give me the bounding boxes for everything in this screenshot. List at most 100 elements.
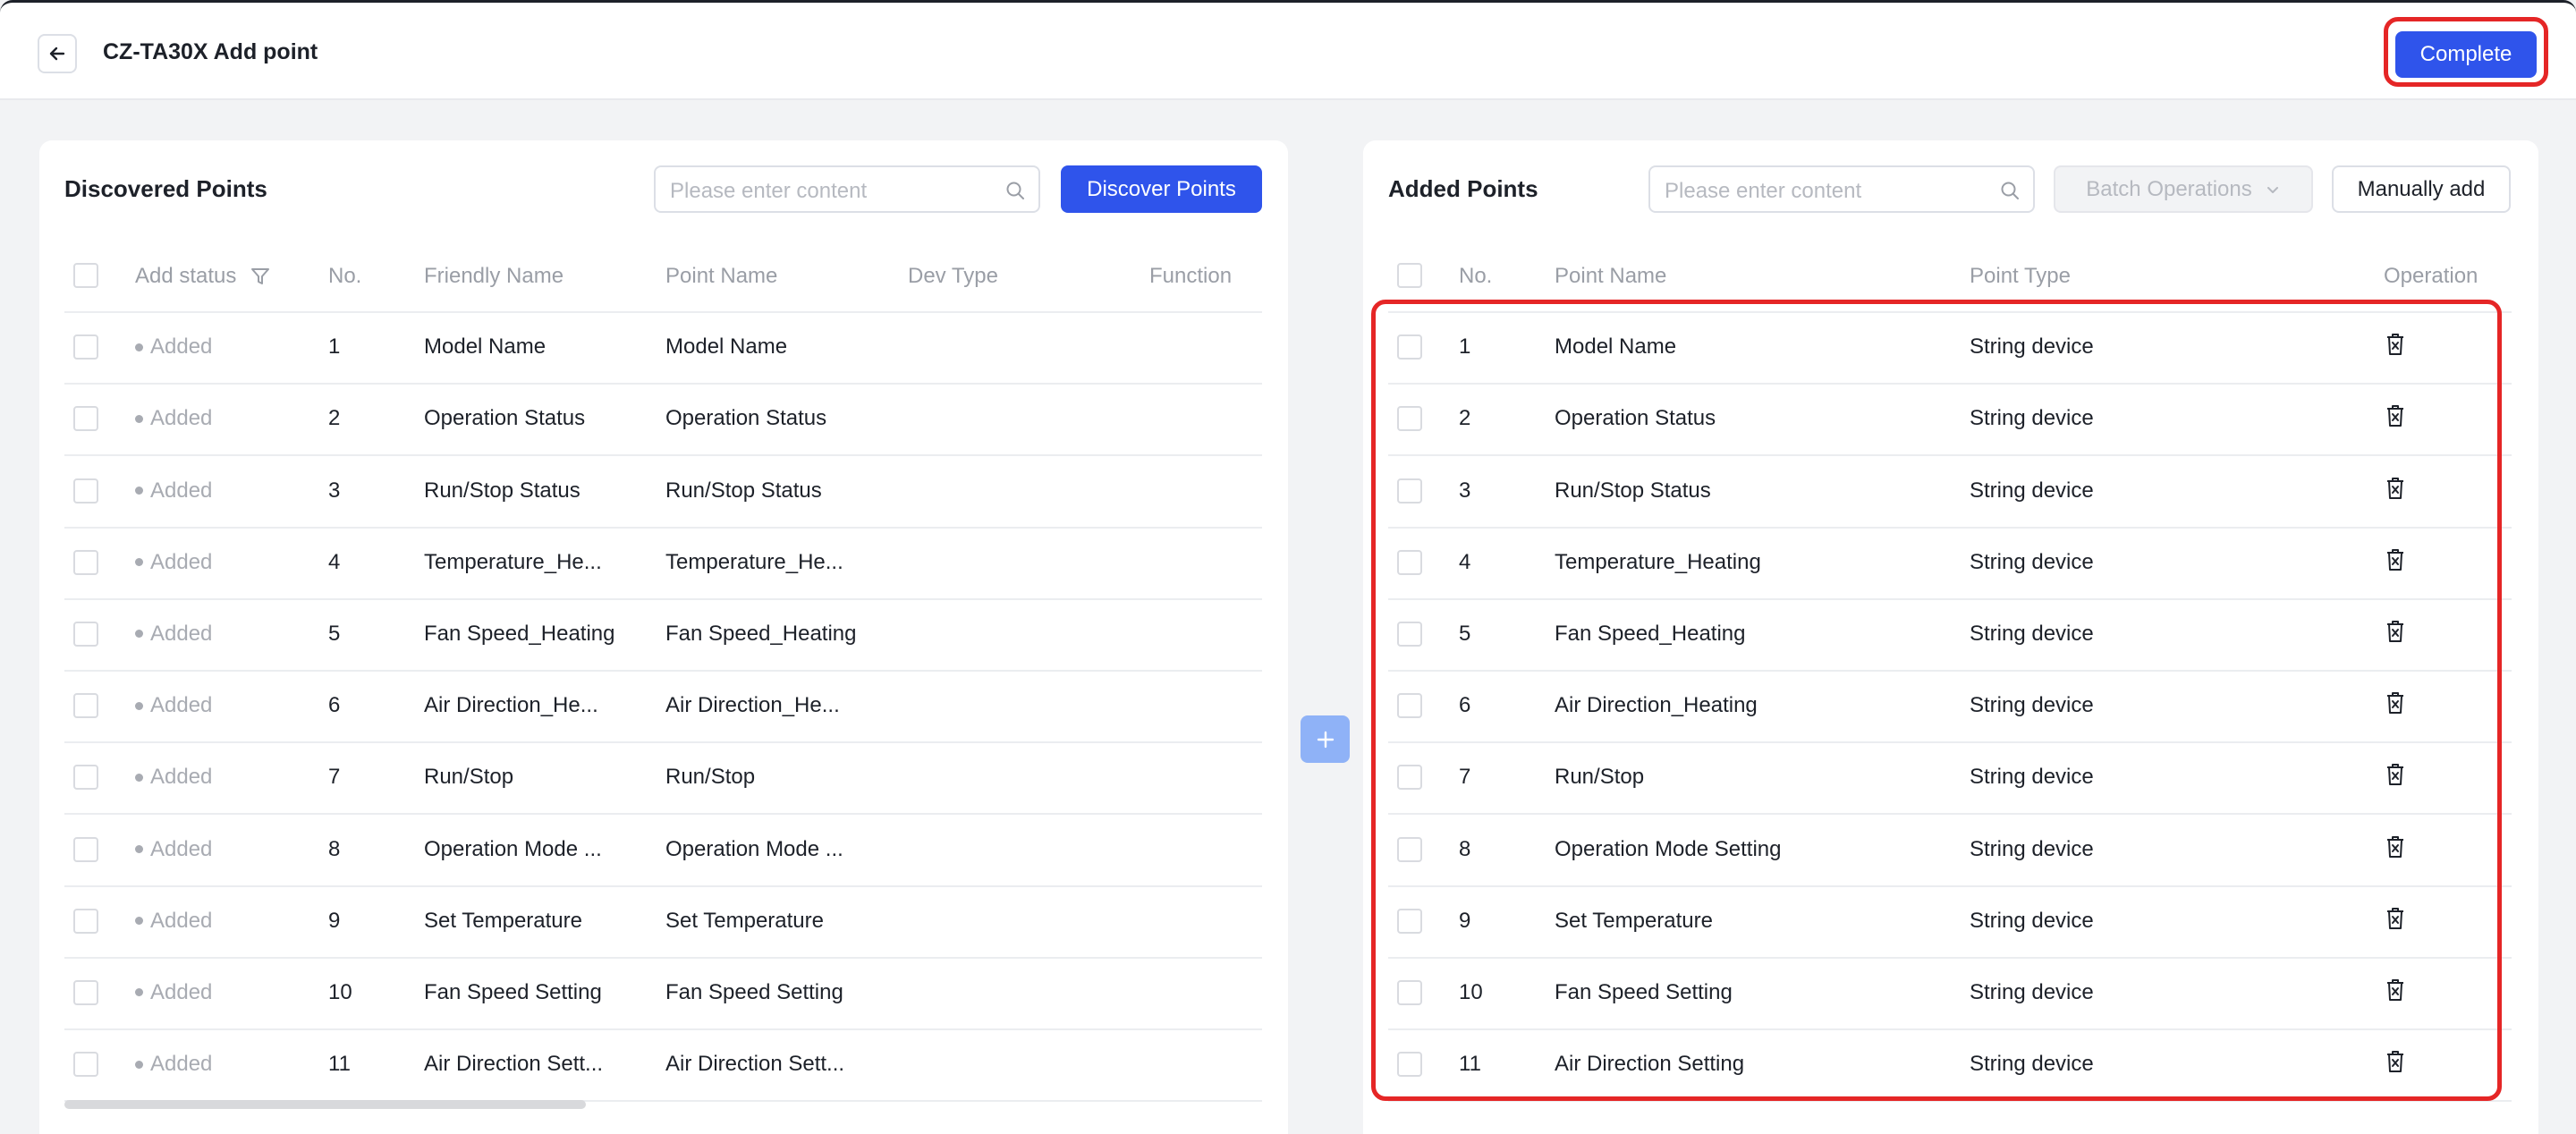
select-all-checkbox[interactable] [1397, 263, 1422, 288]
status-label: Added [150, 836, 213, 861]
row-divider [64, 383, 1262, 385]
discovered-points-title: Discovered Points [64, 175, 267, 202]
back-button[interactable] [38, 34, 77, 73]
row-number: 4 [1459, 549, 1471, 574]
discovered-search-input[interactable]: Please enter content [654, 165, 1040, 213]
friendly-name: Temperature_He... [424, 549, 602, 574]
row-checkbox[interactable] [73, 765, 98, 791]
status-label: Added [150, 765, 213, 790]
friendly-name: Fan Speed_Heating [424, 621, 615, 646]
row-number: 1 [328, 334, 341, 360]
trash-icon[interactable] [2385, 548, 2405, 571]
row-checkbox[interactable] [1397, 334, 1422, 360]
row-number: 11 [1459, 1052, 1481, 1077]
trash-icon[interactable] [2385, 620, 2405, 643]
discover-points-button[interactable]: Discover Points [1061, 165, 1262, 213]
batch-operations-dropdown[interactable]: Batch Operations [2054, 165, 2313, 213]
row-number: 6 [328, 693, 341, 718]
row-checkbox[interactable] [73, 979, 98, 1005]
row-divider [64, 741, 1262, 744]
row-divider [64, 1028, 1262, 1030]
row-checkbox[interactable] [1397, 406, 1422, 432]
complete-button[interactable]: Complete [2395, 31, 2537, 78]
page-title: CZ-TA30X Add point [103, 39, 318, 64]
row-checkbox[interactable] [73, 549, 98, 575]
row-checkbox[interactable] [73, 836, 98, 862]
trash-icon[interactable] [2385, 691, 2405, 715]
batch-operations-label: Batch Operations [2086, 176, 2252, 201]
row-checkbox[interactable] [1397, 836, 1422, 862]
row-checkbox[interactable] [1397, 693, 1422, 719]
row-checkbox[interactable] [73, 621, 98, 647]
row-divider [64, 597, 1262, 600]
add-status: Added [135, 979, 212, 1006]
trash-icon[interactable] [2385, 404, 2405, 427]
row-checkbox[interactable] [1397, 908, 1422, 934]
status-dot [135, 487, 143, 495]
column-header-function: Function [1149, 264, 1233, 288]
row-number: 5 [328, 621, 341, 646]
friendly-name: Run/Stop Status [424, 478, 580, 503]
friendly-name: Air Direction Sett... [424, 1052, 604, 1077]
point-name: Air Direction_He... [665, 693, 840, 718]
friendly-name: Run/Stop [424, 765, 514, 790]
row-checkbox[interactable] [73, 334, 98, 360]
row-checkbox[interactable] [1397, 478, 1422, 504]
trash-icon[interactable] [2385, 763, 2405, 786]
filter-icon[interactable] [250, 267, 270, 286]
point-type: String device [1970, 908, 2094, 933]
manually-add-button[interactable]: Manually add [2332, 165, 2511, 213]
trash-icon[interactable] [2385, 907, 2405, 930]
row-checkbox[interactable] [1397, 621, 1422, 647]
row-number: 3 [1459, 478, 1471, 503]
header-divider [1388, 311, 2512, 313]
transfer-button[interactable] [1301, 715, 1350, 763]
row-divider [1388, 813, 2512, 816]
status-dot [135, 414, 143, 423]
column-header-point-type: Point Type [1970, 264, 2071, 288]
add-status: Added [135, 1051, 212, 1078]
row-checkbox[interactable] [1397, 549, 1422, 575]
trash-icon[interactable] [2385, 1050, 2405, 1073]
add-status: Added [135, 334, 212, 360]
discovered-points-panel [39, 140, 1288, 1134]
status-dot [135, 1060, 143, 1069]
trash-icon[interactable] [2385, 477, 2405, 500]
point-type: String device [1970, 406, 2094, 431]
row-number: 2 [1459, 406, 1471, 431]
row-checkbox[interactable] [73, 1052, 98, 1078]
row-divider [1388, 526, 2512, 529]
horizontal-scrollbar[interactable] [64, 1100, 586, 1109]
point-name: Temperature_Heating [1555, 549, 1761, 574]
status-label: Added [150, 478, 213, 503]
point-name: Fan Speed_Heating [1555, 621, 1746, 646]
trash-icon[interactable] [2385, 333, 2405, 356]
row-checkbox[interactable] [73, 478, 98, 504]
added-search-input[interactable]: Please enter content [1648, 165, 2035, 213]
row-checkbox[interactable] [1397, 979, 1422, 1005]
status-dot [135, 845, 143, 853]
status-label: Added [150, 334, 213, 360]
row-divider [64, 526, 1262, 529]
point-type: String device [1970, 478, 2094, 503]
status-dot [135, 988, 143, 997]
row-checkbox[interactable] [73, 406, 98, 432]
trash-icon[interactable] [2385, 978, 2405, 1002]
status-label: Added [150, 549, 213, 574]
add-status: Added [135, 478, 212, 504]
row-checkbox[interactable] [73, 908, 98, 934]
row-divider [64, 956, 1262, 959]
trash-icon[interactable] [2385, 835, 2405, 859]
row-divider [1388, 454, 2512, 457]
add-status: Added [135, 836, 212, 863]
row-checkbox[interactable] [1397, 765, 1422, 791]
plus-icon [1317, 731, 1334, 748]
point-name: Set Temperature [1555, 908, 1713, 933]
row-divider [1388, 1100, 2512, 1103]
select-all-checkbox[interactable] [73, 263, 98, 288]
row-checkbox[interactable] [1397, 1052, 1422, 1078]
row-divider [64, 670, 1262, 672]
point-name: Fan Speed_Heating [665, 621, 857, 646]
row-checkbox[interactable] [73, 693, 98, 719]
row-number: 7 [1459, 765, 1471, 790]
